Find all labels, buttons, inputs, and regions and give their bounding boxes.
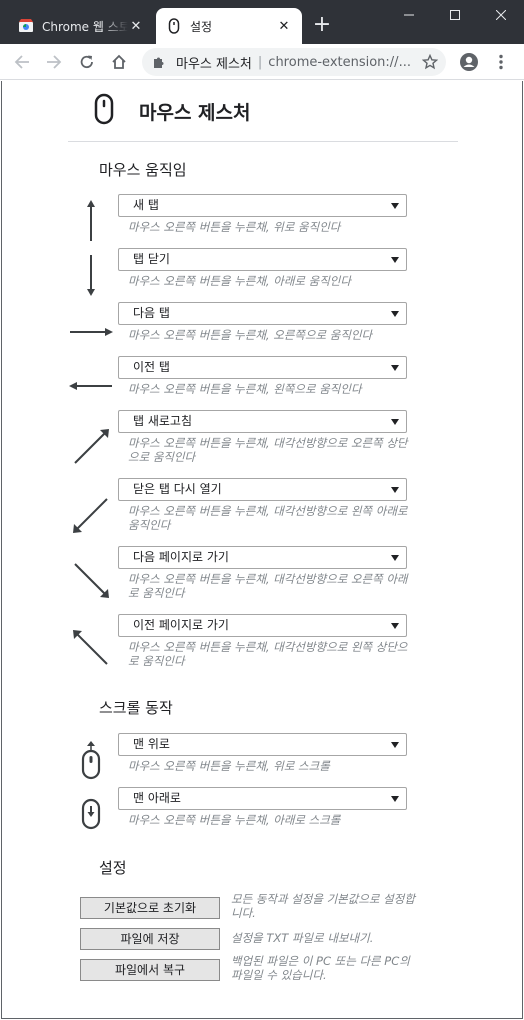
- mouse-scroll-down-icon: [66, 787, 116, 841]
- star-icon[interactable]: [421, 53, 439, 74]
- select-value: 이전 페이지로 가기: [133, 618, 229, 632]
- reload-icon: [80, 55, 93, 68]
- page-title: 마우스 제스처: [139, 102, 251, 124]
- new-tab-button[interactable]: +: [310, 14, 334, 38]
- select-value: 다음 페이지로 가기: [133, 550, 229, 564]
- minimize-button[interactable]: [386, 0, 432, 30]
- section-movement-title: 마우스 움직임: [99, 161, 187, 179]
- back-button[interactable]: [8, 48, 36, 76]
- minimize-icon: [404, 14, 414, 16]
- select-value: 탭 새로고침: [133, 414, 193, 428]
- arrow-down-right-icon: [66, 546, 116, 600]
- settings-note: 모든 동작과 설정을 기본값으로 설정합니다.: [231, 892, 415, 920]
- section-scroll-title: 스크롤 동작: [99, 699, 173, 717]
- home-button[interactable]: [105, 48, 133, 76]
- gesture-description: 마우스 오른쪽 버튼을 누른채, 오른쪽으로 움직인다: [128, 328, 373, 342]
- gesture-description: 마우스 오른쪽 버튼을 누른채, 대각선방향으로 왼쪽 아래로 움직인다: [128, 504, 408, 532]
- close-icon[interactable]: ✕: [276, 18, 292, 34]
- gesture-description: 마우스 오른쪽 버튼을 누른채, 대각선방향으로 오른쪽 아래로 움직인다: [128, 572, 408, 600]
- settings-note: 설정을 TXT 파일로 내보내기.: [231, 931, 374, 945]
- url-text: chrome-extension://...: [268, 54, 411, 70]
- gesture-select-up-right[interactable]: 탭 새로고침: [118, 410, 407, 433]
- gesture-description: 마우스 오른쪽 버튼을 누른채, 아래로 움직인다: [128, 274, 351, 288]
- arrow-down-icon: [66, 248, 116, 302]
- title-bar: Chrome 웹 스토어 ✕ 설정 ✕ +: [0, 0, 524, 44]
- chevron-down-icon: [391, 419, 399, 425]
- browser-toolbar: 마우스 제스처 | chrome-extension://...: [0, 44, 524, 80]
- window-close-button[interactable]: [478, 0, 524, 30]
- web-store-icon: [18, 18, 34, 34]
- gesture-select-down-right[interactable]: 다음 페이지로 가기: [118, 546, 407, 569]
- chevron-down-icon: [391, 796, 399, 802]
- chevron-down-icon: [391, 311, 399, 317]
- home-icon: [112, 54, 126, 69]
- gesture-description: 마우스 오른쪽 버튼을 누른채, 왼쪽으로 움직인다: [128, 382, 362, 396]
- chevron-down-icon: [391, 555, 399, 561]
- chevron-down-icon: [391, 365, 399, 371]
- gesture-description: 마우스 오른쪽 버튼을 누른채, 대각선방향으로 오른쪽 상단으로 움직인다: [128, 436, 408, 464]
- close-icon: [496, 10, 506, 20]
- gesture-description: 마우스 오른쪽 버튼을 누른채, 대각선방향으로 왼쪽 상단으로 움직인다: [128, 640, 408, 668]
- reset-defaults-button[interactable]: 기본값으로 초기화: [80, 897, 220, 919]
- back-arrow-icon: [14, 55, 29, 69]
- restore-from-file-button[interactable]: 파일에서 복구: [80, 959, 220, 981]
- arrow-up-icon: [66, 194, 116, 248]
- mouse-scroll-up-icon: [66, 733, 116, 787]
- maximize-icon: [450, 10, 460, 20]
- reload-button[interactable]: [73, 48, 101, 76]
- arrow-up-left-icon: [66, 614, 116, 668]
- chevron-down-icon: [391, 257, 399, 263]
- chevron-down-icon: [391, 203, 399, 209]
- select-value: 다음 탭: [133, 306, 170, 320]
- menu-button[interactable]: [487, 48, 515, 76]
- select-value: 탭 닫기: [133, 252, 170, 266]
- close-icon[interactable]: ✕: [128, 18, 144, 34]
- chevron-down-icon: [391, 623, 399, 629]
- gesture-select-down[interactable]: 탭 닫기: [118, 248, 407, 271]
- select-value: 이전 탭: [133, 360, 170, 374]
- tab-settings[interactable]: 설정 ✕: [156, 8, 302, 44]
- tab-title: 설정: [190, 19, 213, 34]
- tab-web-store[interactable]: Chrome 웹 스토어 ✕: [8, 8, 154, 44]
- gesture-select-up[interactable]: 새 탭: [118, 194, 407, 217]
- options-page: 마우스 제스처 마우스 움직임 새 탭 마우스 오른쪽 버튼을 누른채, 위로 …: [1, 81, 523, 1019]
- gesture-select-up-left[interactable]: 이전 페이지로 가기: [118, 614, 407, 637]
- scroll-select-up[interactable]: 맨 위로: [118, 733, 407, 756]
- mouse-icon: [94, 93, 114, 129]
- page-header: 마우스 제스처: [68, 81, 458, 142]
- gesture-select-down-left[interactable]: 닫은 탭 다시 열기: [118, 478, 407, 501]
- url-separator: |: [257, 54, 263, 70]
- scroll-description: 마우스 오른쪽 버튼을 누른채, 아래로 스크롤: [128, 813, 341, 827]
- gesture-select-right[interactable]: 다음 탭: [118, 302, 407, 325]
- scroll-description: 마우스 오른쪽 버튼을 누른채, 위로 스크롤: [128, 759, 330, 773]
- arrow-left-icon: [66, 356, 116, 410]
- select-value: 맨 위로: [133, 737, 170, 751]
- account-icon: [460, 53, 478, 71]
- address-bar[interactable]: 마우스 제스처 | chrome-extension://...: [142, 48, 446, 76]
- save-to-file-button[interactable]: 파일에 저장: [80, 928, 220, 950]
- profile-button[interactable]: [455, 48, 483, 76]
- chevron-down-icon: [391, 742, 399, 748]
- puzzle-icon: [152, 55, 168, 69]
- forward-button[interactable]: [40, 48, 68, 76]
- gesture-description: 마우스 오른쪽 버튼을 누른채, 위로 움직인다: [128, 220, 341, 234]
- site-name: 마우스 제스처: [176, 56, 252, 72]
- arrow-up-right-icon: [66, 410, 116, 464]
- select-value: 새 탭: [133, 198, 159, 212]
- select-value: 맨 아래로: [133, 791, 181, 805]
- chevron-down-icon: [391, 487, 399, 493]
- section-settings-title: 설정: [99, 859, 127, 877]
- mouse-icon: [166, 18, 182, 34]
- kebab-menu-icon: [499, 54, 503, 70]
- select-value: 닫은 탭 다시 열기: [133, 482, 222, 496]
- gesture-select-left[interactable]: 이전 탭: [118, 356, 407, 379]
- arrow-down-left-icon: [66, 478, 116, 533]
- settings-note: 백업된 파일은 이 PC 또는 다른 PC의 파일일 수 있습니다.: [231, 954, 410, 982]
- forward-arrow-icon: [47, 55, 62, 69]
- tab-title: Chrome 웹 스토어: [42, 19, 128, 34]
- scroll-select-down[interactable]: 맨 아래로: [118, 787, 407, 810]
- maximize-button[interactable]: [432, 0, 478, 30]
- arrow-right-icon: [66, 302, 116, 356]
